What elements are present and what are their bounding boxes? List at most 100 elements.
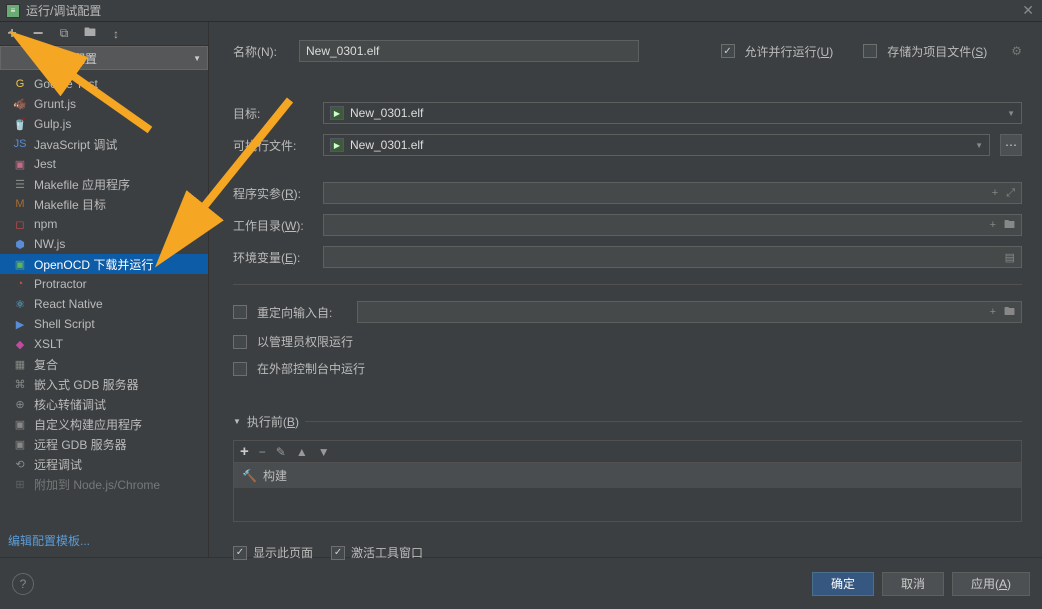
sidebar-item-core-dump[interactable]: ⊕核心转储调试: [0, 394, 208, 414]
sidebar-item-protractor[interactable]: ◔Protractor: [0, 274, 208, 294]
titlebar: ≡ 运行/调试配置 ✕: [0, 0, 1042, 22]
target-row: 目标: ▶ New_0301.elf ▼: [233, 102, 1022, 124]
jest-icon: ▣: [12, 156, 28, 172]
target-run-icon: ▶: [330, 106, 344, 120]
args-input[interactable]: + ⤢: [323, 182, 1022, 204]
sidebar-item-makefile-app[interactable]: ☰ Makefile 应用程序: [0, 174, 208, 194]
help-button[interactable]: ?: [12, 573, 34, 595]
exec-value: New_0301.elf: [350, 138, 423, 152]
add-redirect-icon[interactable]: +: [988, 306, 998, 318]
sidebar-item-openocd[interactable]: ▣OpenOCD 下载并运行: [0, 254, 208, 274]
workdir-input[interactable]: + 🖿: [323, 214, 1022, 236]
sidebar-item-js-debug[interactable]: JSJavaScript 调试: [0, 134, 208, 154]
sidebar-item-remote-gdb[interactable]: ▣远程 GDB 服务器: [0, 434, 208, 454]
workdir-label: 工作目录(W):: [233, 217, 313, 234]
remove-icon[interactable]: −: [30, 26, 46, 42]
sidebar-item-jest[interactable]: ▣Jest: [0, 154, 208, 174]
npm-icon: ◻: [12, 216, 28, 232]
target-select[interactable]: ▶ New_0301.elf ▼: [323, 102, 1022, 124]
extconsole-label: 在外部控制台中运行: [257, 360, 365, 377]
sidebar-item-google-test[interactable]: GGoogle Test: [0, 74, 208, 94]
sidebar-item-nwjs[interactable]: ⬢NW.js: [0, 234, 208, 254]
react-native-icon: ⚛: [12, 296, 28, 312]
sidebar-item-npm[interactable]: ◻npm: [0, 214, 208, 234]
args-label: 程序实参(R):: [233, 185, 313, 202]
sidebar-item-gulp[interactable]: 🥤Gulp.js: [0, 114, 208, 134]
chevron-down-icon: ▼: [193, 54, 201, 63]
allow-parallel-checkbox[interactable]: [721, 44, 735, 58]
task-add-icon[interactable]: +: [240, 443, 249, 460]
right-panel: 名称(N): New_0301.elf 允许并行运行(U) 存储为项目文件(S)…: [209, 22, 1042, 557]
apply-button[interactable]: 应用(A): [952, 572, 1030, 596]
cancel-button[interactable]: 取消: [882, 572, 944, 596]
activate-window-label: 激活工具窗口: [351, 544, 423, 561]
embedded-gdb-icon: ⌘: [12, 376, 28, 392]
folder-icon[interactable]: 🖿: [82, 26, 98, 42]
sidebar-item-compound[interactable]: ▦复合: [0, 354, 208, 374]
ok-button[interactable]: 确定: [812, 572, 874, 596]
name-input[interactable]: New_0301.elf: [299, 40, 639, 62]
sidebar-item-label: 远程调试: [34, 456, 82, 473]
sidebar-item-label: Makefile 应用程序: [34, 176, 130, 193]
browse-redirect-icon[interactable]: 🖿: [1002, 303, 1017, 322]
exec-run-icon: ▶: [330, 138, 344, 152]
makefile-app-icon: ☰: [12, 176, 28, 192]
add-icon[interactable]: +: [4, 26, 20, 42]
redirect-checkbox[interactable]: [233, 305, 247, 319]
sidebar-item-react-native[interactable]: ⚛React Native: [0, 294, 208, 314]
env-list-icon[interactable]: ▤: [1003, 251, 1017, 264]
gear-icon[interactable]: ⚙: [1011, 44, 1022, 58]
hammer-icon: 🔨: [242, 469, 257, 483]
sidebar-item-embedded-gdb[interactable]: ⌘嵌入式 GDB 服务器: [0, 374, 208, 394]
redirect-input[interactable]: + 🖿: [357, 301, 1022, 323]
expand-icon[interactable]: ⤢: [1004, 187, 1017, 200]
sidebar-item-xslt[interactable]: ◆XSLT: [0, 334, 208, 354]
browse-folder-icon[interactable]: 🖿: [1002, 216, 1017, 235]
sidebar-item-label: Grunt.js: [34, 97, 76, 111]
config-tree: GGoogle Test🐗Grunt.js🥤Gulp.jsJSJavaScrip…: [0, 70, 208, 524]
exec-row: 可执行文件: ▶ New_0301.elf ▼ ⋯: [233, 134, 1022, 156]
env-label: 环境变量(E):: [233, 249, 313, 266]
sidebar-item-makefile-target[interactable]: MMakefile 目标: [0, 194, 208, 214]
sidebar-item-attach-node[interactable]: ⊞附加到 Node.js/Chrome: [0, 474, 208, 494]
sort-icon[interactable]: ↕: [108, 26, 124, 42]
core-dump-icon: ⊕: [12, 396, 28, 412]
extconsole-checkbox[interactable]: [233, 362, 247, 376]
sidebar-item-grunt[interactable]: 🐗Grunt.js: [0, 94, 208, 114]
task-remove-icon[interactable]: −: [259, 445, 266, 459]
exec-select[interactable]: ▶ New_0301.elf ▼: [323, 134, 990, 156]
name-label: 名称(N):: [233, 43, 289, 60]
sidebar-item-label: Gulp.js: [34, 117, 71, 131]
before-launch-header[interactable]: ▼ 执行前(B): [233, 413, 299, 430]
show-page-checkbox[interactable]: [233, 546, 247, 560]
admin-row: 以管理员权限运行: [233, 333, 1022, 350]
save-project-checkbox[interactable]: [863, 44, 877, 58]
add-arg-icon[interactable]: +: [990, 187, 1000, 199]
edit-templates-link[interactable]: 编辑配置模板...: [8, 534, 90, 548]
save-project-label: 存储为项目文件(S): [887, 43, 987, 60]
env-input[interactable]: ▤: [323, 246, 1022, 268]
redirect-row: 重定向输入自: + 🖿: [233, 301, 1022, 323]
activate-window-checkbox[interactable]: [331, 546, 345, 560]
admin-checkbox[interactable]: [233, 335, 247, 349]
shell-icon: ▶: [12, 316, 28, 332]
sidebar-item-shell[interactable]: ▶Shell Script: [0, 314, 208, 334]
window-title: 运行/调试配置: [26, 2, 101, 19]
target-value: New_0301.elf: [350, 106, 423, 120]
task-edit-icon[interactable]: ✎: [276, 445, 286, 459]
copy-icon[interactable]: ⧉: [56, 26, 72, 42]
task-up-icon[interactable]: ▲: [296, 445, 308, 459]
sidebar-item-remote-debug[interactable]: ⟲远程调试: [0, 454, 208, 474]
close-icon[interactable]: ✕: [1022, 2, 1034, 19]
exec-more-button[interactable]: ⋯: [1000, 134, 1022, 156]
add-config-dropdown[interactable]: 添加新配置 ▼: [0, 46, 208, 70]
sidebar-item-label: 附加到 Node.js/Chrome: [34, 476, 160, 493]
task-down-icon[interactable]: ▼: [318, 445, 330, 459]
show-page-label: 显示此页面: [253, 544, 313, 561]
openocd-icon: ▣: [12, 256, 28, 272]
sidebar-item-custom-build[interactable]: ▣自定义构建应用程序: [0, 414, 208, 434]
add-dir-icon[interactable]: +: [988, 219, 998, 231]
admin-label: 以管理员权限运行: [257, 333, 353, 350]
list-item[interactable]: 🔨 构建: [234, 463, 1021, 488]
allow-parallel-label: 允许并行运行(U): [745, 43, 834, 60]
